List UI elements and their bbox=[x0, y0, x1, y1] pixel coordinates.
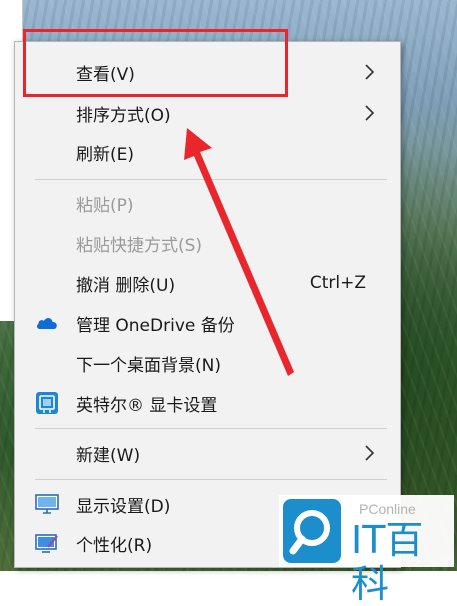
red-annotation-arrow bbox=[184, 128, 294, 376]
magnifier-logo-icon bbox=[283, 499, 341, 563]
pconline-it-baike-logo: PConline IT百科 bbox=[279, 495, 454, 606]
watermark-small-text: PConline bbox=[359, 501, 416, 517]
watermark-brand-text: IT百科 bbox=[351, 518, 424, 606]
